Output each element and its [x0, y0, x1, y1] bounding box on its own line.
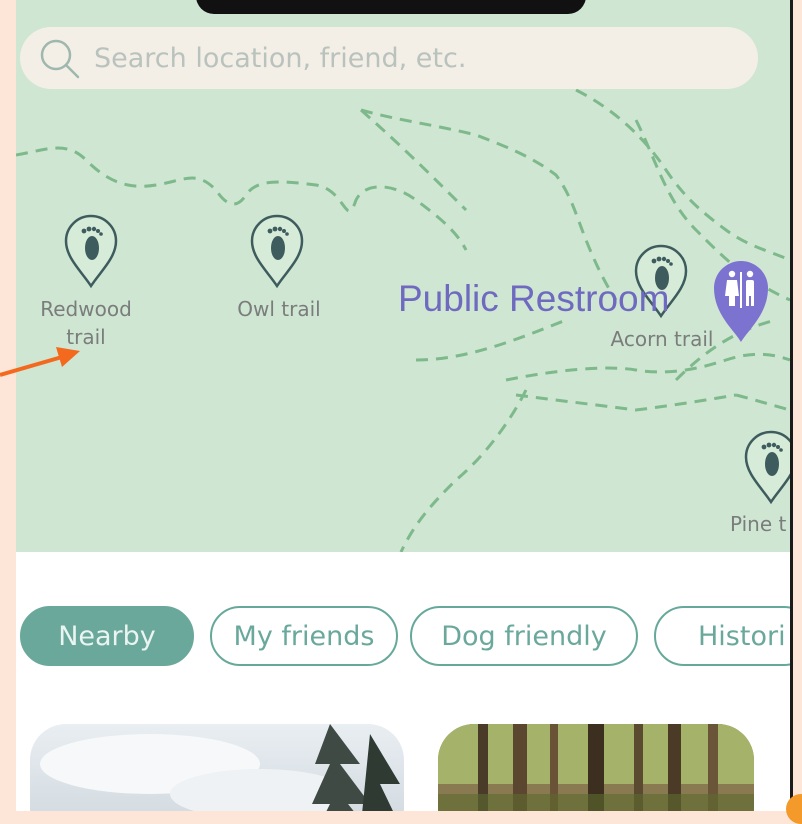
trail-card-photo[interactable] [438, 724, 754, 811]
trail-label-owl[interactable]: Owl trail [222, 295, 336, 323]
trail-label-line: Redwood [40, 297, 132, 321]
search-input[interactable] [92, 41, 716, 75]
trail-label-acorn[interactable]: Acorn trail [602, 325, 722, 353]
footprint-pin-icon[interactable] [248, 212, 306, 290]
trail-label-pine[interactable]: Pine t [730, 510, 790, 538]
search-bar[interactable] [20, 27, 758, 89]
chip-label: Dog friendly [441, 620, 607, 652]
footprint-pin-icon[interactable] [62, 212, 120, 290]
trail-card-image [30, 724, 404, 811]
chip-label: Nearby [58, 620, 156, 652]
chip-nearby[interactable]: Nearby [20, 606, 194, 666]
trail-label-line: Pine t [730, 512, 787, 536]
search-icon [40, 39, 80, 79]
filter-chip-row: Nearby My friends Dog friendly Histori [20, 606, 790, 670]
trail-map[interactable]: Redwood trail Owl trail Acorn trail [16, 0, 790, 552]
restroom-icon[interactable] [710, 256, 772, 344]
chip-dog-friendly[interactable]: Dog friendly [410, 606, 638, 666]
poi-label-restroom[interactable]: Public Restroom [398, 278, 669, 320]
chip-historic[interactable]: Histori [654, 606, 790, 666]
annotation-arrow-icon [0, 347, 80, 377]
trail-label-line: Acorn trail [610, 327, 714, 351]
chip-label: My friends [233, 620, 375, 652]
trail-card-image [438, 724, 754, 811]
chip-my-friends[interactable]: My friends [210, 606, 398, 666]
app-screen: Redwood trail Owl trail Acorn trail [16, 0, 790, 811]
footprint-pin-icon[interactable] [742, 428, 790, 506]
frame-edge [790, 0, 793, 811]
trail-label-line: Owl trail [237, 297, 321, 321]
trail-card-photo[interactable] [30, 724, 404, 811]
chip-label: Histori [698, 620, 786, 652]
phone-notch [196, 0, 586, 14]
